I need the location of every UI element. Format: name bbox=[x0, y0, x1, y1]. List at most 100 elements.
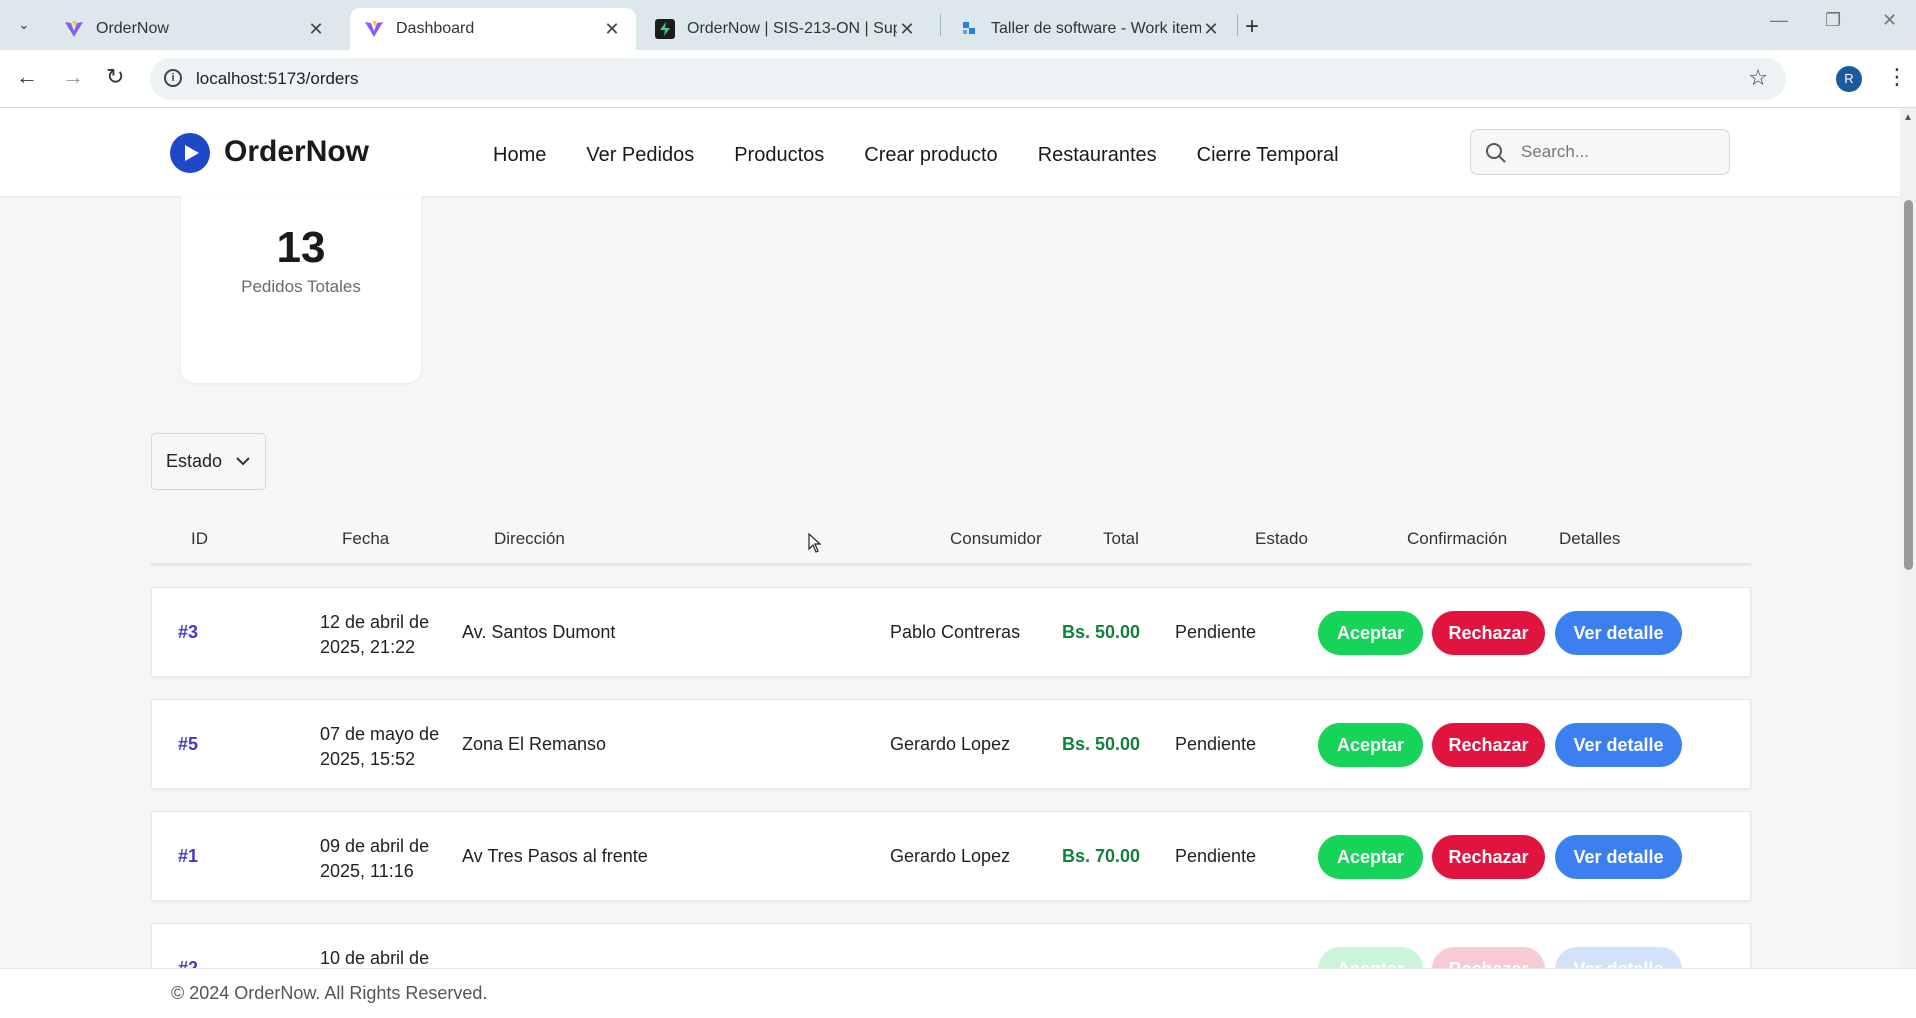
nav-link-ver-pedidos[interactable]: Ver Pedidos bbox=[586, 144, 694, 167]
order-id-link[interactable]: #2 bbox=[178, 958, 198, 968]
close-tab-icon[interactable]: ✕ bbox=[306, 19, 326, 40]
order-id-link[interactable]: #3 bbox=[178, 622, 198, 643]
browser-menu-icon[interactable]: ⋮ bbox=[1886, 64, 1908, 90]
mouse-cursor-icon bbox=[808, 533, 822, 553]
reject-button[interactable]: Rechazar bbox=[1432, 947, 1545, 968]
order-id-link[interactable]: #1 bbox=[178, 846, 198, 867]
nav-link-home[interactable]: Home bbox=[493, 144, 546, 167]
order-id-link[interactable]: #5 bbox=[178, 734, 198, 755]
order-total: Bs. 70.00 bbox=[1062, 846, 1141, 866]
tab-title: Taller de software - Work items bbox=[991, 20, 1201, 37]
search-box bbox=[1470, 129, 1730, 175]
tab-title: Dashboard bbox=[396, 20, 475, 37]
tab-search-chevron-icon[interactable]: ⌄ bbox=[10, 12, 38, 38]
minimize-icon[interactable]: — bbox=[1770, 10, 1788, 31]
order-address: Av. Santos Dumont bbox=[462, 622, 616, 642]
table-row: #1 09 de abril de 2025, 11:16 Av Tres Pa… bbox=[151, 811, 1751, 901]
order-address: Av Tres Pasos al frente bbox=[462, 846, 648, 866]
ordernow-logo-icon[interactable] bbox=[170, 133, 210, 173]
order-date: 12 de abril de 2025, 21:22 bbox=[320, 610, 450, 660]
nav-link-restaurantes[interactable]: Restaurantes bbox=[1038, 144, 1157, 167]
browser-tab-supabase[interactable]: OrderNow | SIS-213-ON | Supal ✕ bbox=[641, 8, 931, 50]
site-info-icon[interactable]: i bbox=[164, 69, 182, 87]
column-header-total: Total bbox=[1103, 529, 1139, 548]
browser-tab-azure-devops[interactable]: Taller de software - Work items ✕ bbox=[945, 8, 1235, 50]
close-tab-icon[interactable]: ✕ bbox=[602, 19, 622, 40]
window-close-icon[interactable]: ✕ bbox=[1882, 10, 1897, 31]
reload-icon[interactable]: ↻ bbox=[106, 64, 124, 90]
view-detail-button[interactable]: Ver detalle bbox=[1555, 835, 1682, 879]
url-omnibox[interactable]: i localhost:5173/orders ☆ bbox=[150, 58, 1786, 100]
nav-link-cierre-temporal[interactable]: Cierre Temporal bbox=[1197, 144, 1339, 167]
order-date-line: 2025, 21:22 bbox=[320, 637, 416, 657]
column-header-direccion: Dirección bbox=[494, 529, 565, 548]
accept-button[interactable]: Aceptar bbox=[1318, 835, 1423, 879]
close-tab-icon[interactable]: ✕ bbox=[1201, 19, 1221, 40]
tab-separator bbox=[940, 14, 941, 36]
url-text[interactable]: localhost:5173/orders bbox=[196, 69, 359, 89]
order-date: 09 de abril de 2025, 11:16 bbox=[320, 834, 450, 884]
brand-name[interactable]: OrderNow bbox=[224, 135, 369, 169]
nav-link-crear-producto[interactable]: Crear producto bbox=[864, 144, 997, 167]
restore-icon[interactable]: ❐ bbox=[1825, 10, 1841, 31]
view-detail-button[interactable]: Ver detalle bbox=[1555, 723, 1682, 767]
back-arrow-icon[interactable]: ← bbox=[16, 64, 38, 90]
table-row: #2 10 de abril de Aceptar Rechazar Ver d… bbox=[151, 923, 1751, 968]
column-header-id: ID bbox=[191, 529, 208, 548]
profile-avatar[interactable]: R bbox=[1836, 66, 1862, 92]
azure-devops-icon bbox=[963, 22, 975, 34]
supabase-icon bbox=[655, 19, 675, 39]
order-total: Bs. 50.00 bbox=[1062, 622, 1141, 642]
column-header-estado: Estado bbox=[1255, 529, 1308, 548]
column-header-consumidor: Consumidor bbox=[950, 529, 1042, 548]
view-detail-button[interactable]: Ver detalle bbox=[1555, 947, 1682, 968]
order-date: 07 de mayo de 2025, 15:52 bbox=[320, 722, 450, 772]
total-orders-value: 13 bbox=[276, 223, 326, 272]
search-icon bbox=[1486, 143, 1506, 163]
column-header-confirmacion: Confirmación bbox=[1407, 529, 1508, 548]
browser-tab-dashboard[interactable]: Dashboard ✕ bbox=[350, 8, 636, 50]
close-tab-icon[interactable]: ✕ bbox=[897, 19, 917, 40]
order-date-line: 09 de abril de bbox=[320, 836, 430, 856]
order-status: Pendiente bbox=[1175, 846, 1257, 866]
table-row: #5 07 de mayo de 2025, 15:52 Zona El Rem… bbox=[151, 699, 1751, 789]
order-status: Pendiente bbox=[1175, 622, 1257, 642]
scroll-up-arrow-icon[interactable]: ▲ bbox=[1903, 112, 1913, 123]
orders-table-header: ID Fecha Dirección Consumidor Total Esta… bbox=[151, 512, 1751, 565]
order-date-line: 10 de abril de bbox=[320, 948, 430, 968]
bookmark-star-icon[interactable]: ☆ bbox=[1748, 65, 1768, 91]
order-status: Pendiente bbox=[1175, 734, 1257, 754]
column-header-fecha: Fecha bbox=[342, 529, 390, 548]
vite-icon bbox=[365, 21, 383, 37]
chevron-down-icon bbox=[236, 457, 250, 466]
order-address: Zona El Remanso bbox=[462, 734, 607, 754]
order-consumer: Gerardo Lopez bbox=[890, 846, 1011, 866]
estado-filter-dropdown[interactable]: Estado bbox=[151, 433, 266, 490]
column-header-detalles: Detalles bbox=[1559, 529, 1621, 548]
accept-button[interactable]: Aceptar bbox=[1318, 947, 1423, 968]
reject-button[interactable]: Rechazar bbox=[1432, 611, 1545, 655]
reject-button[interactable]: Rechazar bbox=[1432, 835, 1545, 879]
order-total: Bs. 50.00 bbox=[1062, 734, 1141, 754]
search-input[interactable] bbox=[1521, 130, 1721, 174]
estado-filter-label: Estado bbox=[166, 451, 223, 471]
accept-button[interactable]: Aceptar bbox=[1318, 723, 1423, 767]
vite-icon bbox=[65, 21, 83, 37]
nav-link-productos[interactable]: Productos bbox=[734, 144, 824, 167]
browser-address-bar: ← → ↻ i localhost:5173/orders ☆ R ⋮ bbox=[0, 50, 1916, 108]
order-date-line: 2025, 15:52 bbox=[320, 749, 416, 769]
browser-tab-ordernow[interactable]: OrderNow ✕ bbox=[50, 8, 340, 50]
reject-button[interactable]: Rechazar bbox=[1432, 723, 1545, 767]
main-nav: Home Ver Pedidos Productos Crear product… bbox=[493, 144, 1339, 167]
scrollbar-thumb[interactable] bbox=[1904, 200, 1913, 570]
forward-arrow-icon[interactable]: → bbox=[62, 64, 84, 90]
accept-button[interactable]: Aceptar bbox=[1318, 611, 1423, 655]
order-date-line: 2025, 11:16 bbox=[320, 861, 414, 881]
total-orders-label: Pedidos Totales bbox=[241, 277, 361, 296]
order-date: 10 de abril de bbox=[320, 946, 450, 968]
copyright-text: © 2024 OrderNow. All Rights Reserved. bbox=[171, 983, 488, 1003]
view-detail-button[interactable]: Ver detalle bbox=[1555, 611, 1682, 655]
new-tab-plus-icon[interactable]: + bbox=[1245, 13, 1259, 41]
tab-title: OrderNow bbox=[96, 20, 169, 37]
order-consumer: Gerardo Lopez bbox=[890, 734, 1011, 754]
